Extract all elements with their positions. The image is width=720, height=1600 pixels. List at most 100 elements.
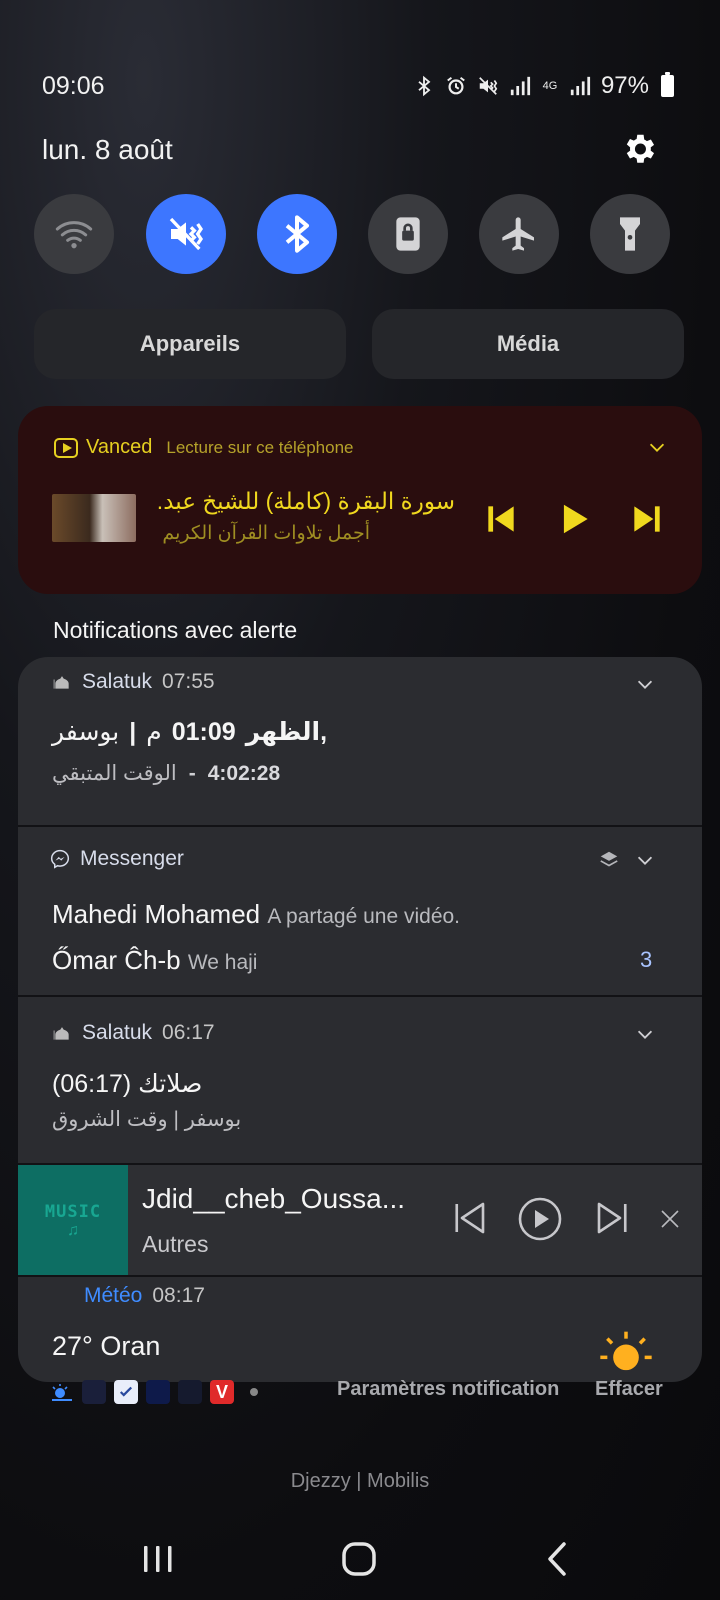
alert-notifications-label: Notifications avec alerte: [53, 617, 298, 643]
screen-lock-toggle[interactable]: [368, 194, 448, 274]
wifi-icon: [55, 221, 93, 249]
youtube-app-icon: [82, 1380, 106, 1404]
flashlight-icon: [620, 217, 640, 251]
network-type-icon: 4G: [542, 79, 558, 92]
app-name: Salatuk: [82, 670, 153, 693]
alarm-icon: [445, 73, 467, 99]
expand-chevron-icon[interactable]: [634, 1023, 656, 1045]
previous-track-icon[interactable]: [482, 500, 522, 540]
notification-header: Messenger: [50, 847, 184, 871]
media-app-name: Vanced: [86, 436, 153, 458]
prayer-ampm: م: [146, 718, 162, 746]
date-label: lun. 8 août: [42, 134, 173, 165]
message-text: A partagé une vidéo.: [267, 905, 461, 928]
checklist-app-icon: [114, 1380, 138, 1404]
media-app-header: Vanced Lecture sur ce téléphone: [54, 436, 353, 459]
remaining-value: 4:02:28: [207, 761, 281, 785]
vanced-app-icon: [54, 437, 78, 458]
settings-gear-icon[interactable]: [620, 130, 660, 170]
app-icon: [146, 1380, 170, 1404]
vibrate-off-icon: [169, 217, 204, 251]
media-button[interactable]: Média: [372, 309, 684, 379]
sun-icon: [598, 1327, 654, 1382]
conversation-layers-icon: [598, 849, 620, 876]
music-note-icon: ♫: [67, 1222, 79, 1239]
separator: |: [129, 717, 137, 746]
notification-time: 08:17: [152, 1284, 205, 1307]
messenger-notification[interactable]: Messenger Mahedi Mohamed A partagé une v…: [18, 827, 702, 995]
message-count-badge: 3: [640, 947, 653, 972]
remaining-label: الوقت المتبقي: [52, 762, 177, 785]
prayer-line: بوسفر | م 01:09 الظهر,: [52, 717, 327, 747]
sound-mute-toggle[interactable]: [146, 194, 226, 274]
home-icon[interactable]: [335, 1540, 385, 1580]
vanced-app-icon-small: V: [210, 1380, 234, 1404]
airplane-icon: [502, 217, 534, 251]
remaining-line: الوقت المتبقي - 4:02:28: [52, 761, 281, 786]
devices-button[interactable]: Appareils: [34, 309, 346, 379]
salatuk-notification[interactable]: Salatuk 07:55 بوسفر | م 01:09 الظهر, الو…: [18, 657, 702, 825]
music-previous-icon[interactable]: [448, 1197, 490, 1244]
notification-header: Météo 08:17: [84, 1284, 205, 1308]
music-title: Jdid__cheb_Oussa...: [142, 1183, 406, 1214]
music-close-icon[interactable]: [658, 1207, 682, 1236]
signal-icon: [509, 73, 531, 99]
message-sender: Mahedi Mohamed: [52, 899, 261, 929]
media-artist: أجمل تلاوات القرآن الكريم: [162, 523, 370, 544]
notification-app-icons: V: [50, 1380, 258, 1404]
music-subtitle: Autres: [142, 1231, 209, 1257]
back-icon[interactable]: [540, 1540, 590, 1580]
rotation-lock-icon: [396, 217, 420, 251]
notification-time: 07:55: [162, 670, 215, 693]
signal-icon-2: [569, 73, 591, 99]
music-player-notification[interactable]: MUSIC ♫ Jdid__cheb_Oussa... Autres: [18, 1165, 702, 1277]
status-icons: 4G 97%: [413, 72, 674, 100]
media-title: سورة البقرة (كاملة) للشيخ عبد...: [155, 488, 455, 514]
music-album-art: MUSIC ♫: [18, 1165, 128, 1277]
more-dot-icon: [250, 1388, 258, 1396]
messenger-icon: [50, 849, 70, 869]
message-sender: Őmar Ĉh-b: [52, 945, 181, 975]
flashlight-toggle[interactable]: [590, 194, 670, 274]
music-next-icon[interactable]: [592, 1197, 634, 1244]
battery-icon: [661, 72, 674, 97]
mosque-icon: [53, 676, 69, 689]
next-track-icon[interactable]: [628, 500, 668, 540]
weather-notification[interactable]: Météo 08:17 27° Oran: [18, 1277, 702, 1382]
media-output-label: Lecture sur ce téléphone: [166, 437, 354, 457]
airplane-toggle[interactable]: [479, 194, 559, 274]
music-play-icon[interactable]: [516, 1195, 564, 1248]
wifi-toggle[interactable]: [34, 194, 114, 274]
weather-app-icon: [50, 1380, 74, 1404]
music-thumb-label: MUSIC: [44, 1202, 102, 1222]
app-name: Messenger: [80, 847, 184, 870]
app-icon: [178, 1380, 202, 1404]
salatuk-notification[interactable]: Salatuk 06:17 صلاتك (06:17) بوسفر | وقت …: [18, 997, 702, 1163]
prayer-time: 01:09: [171, 717, 236, 746]
prayer-name: الظهر,: [245, 718, 328, 746]
message-text: We haji: [187, 951, 258, 974]
recent-apps-icon[interactable]: [133, 1540, 183, 1580]
media-expand-chevron-icon[interactable]: [646, 436, 668, 463]
message-row: Őmar Ĉh-b We haji: [52, 945, 257, 976]
clear-all-button[interactable]: Effacer: [595, 1378, 663, 1401]
notification-settings-button[interactable]: Paramètres notification: [337, 1378, 559, 1401]
notification-header: Salatuk 07:55: [52, 670, 215, 694]
weather-text: 27° Oran: [52, 1331, 161, 1361]
notification-text: بوسفر | وقت الشروق: [52, 1108, 242, 1131]
vibrate-mute-icon: [477, 73, 499, 99]
bluetooth-toggle[interactable]: [257, 194, 337, 274]
status-time: 09:06: [42, 72, 105, 100]
notification-header: Salatuk 06:17: [52, 1021, 215, 1045]
prayer-city: بوسفر: [52, 718, 120, 746]
bluetooth-status-icon: [413, 73, 435, 99]
expand-chevron-icon[interactable]: [634, 849, 656, 871]
mosque-icon: [53, 1027, 69, 1040]
bluetooth-icon: [285, 215, 309, 253]
play-icon[interactable]: [556, 500, 596, 540]
app-name: Salatuk: [82, 1021, 153, 1044]
carrier-label: Djezzy | Mobilis: [290, 1470, 430, 1492]
expand-chevron-icon[interactable]: [634, 673, 656, 695]
media-thumbnail: [52, 494, 136, 542]
app-name: Météo: [84, 1284, 143, 1307]
